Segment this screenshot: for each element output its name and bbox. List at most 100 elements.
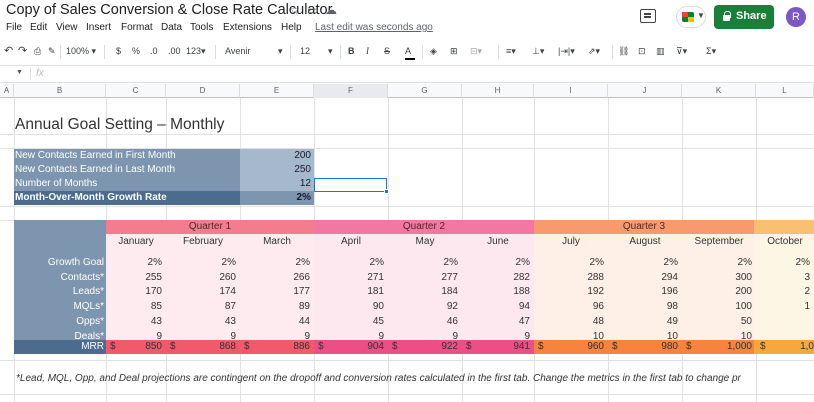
redo-icon[interactable]: ↷ — [18, 44, 27, 57]
table-cell[interactable]: 200 — [682, 285, 752, 299]
vertical-align-icon[interactable]: ⊥▾ — [532, 46, 544, 57]
column-header[interactable]: A — [0, 84, 14, 98]
menu-view[interactable]: View — [56, 22, 78, 33]
fill-color-icon[interactable]: ◈ — [430, 46, 437, 57]
table-cell[interactable]: 2% — [756, 256, 810, 270]
table-cell[interactable]: 294 — [608, 271, 678, 285]
star-icon[interactable]: ☆ — [289, 3, 300, 17]
table-cell[interactable]: 2 — [756, 285, 810, 299]
table-cell[interactable]: 266 — [240, 271, 310, 285]
table-cell[interactable]: 2% — [388, 256, 458, 270]
document-title[interactable]: Copy of Sales Conversion & Close Rate Ca… — [6, 2, 332, 18]
table-cell[interactable]: 46 — [388, 315, 458, 329]
table-cell[interactable]: 184 — [388, 285, 458, 299]
more-formats-button[interactable]: 123▾ — [186, 46, 206, 57]
insert-comment-icon[interactable]: ⊡ — [638, 46, 646, 57]
input-value[interactable]: 200 — [240, 149, 314, 163]
table-cell[interactable]: 44 — [240, 315, 310, 329]
menu-edit[interactable]: Edit — [30, 22, 47, 33]
fill-handle[interactable] — [384, 189, 389, 194]
menu-file[interactable]: File — [6, 22, 22, 33]
borders-icon[interactable]: ⊞ — [450, 46, 458, 57]
table-cell[interactable]: 2% — [534, 256, 604, 270]
print-icon[interactable]: ⎙ — [34, 46, 41, 57]
input-value[interactable]: 12 — [240, 177, 314, 191]
column-header[interactable]: C — [106, 84, 166, 98]
table-cell[interactable]: 271 — [314, 271, 384, 285]
italic-icon[interactable]: I — [366, 46, 369, 56]
comment-history-icon[interactable] — [640, 9, 656, 23]
last-edit-link[interactable]: Last edit was seconds ago — [315, 22, 433, 33]
table-cell[interactable]: 2% — [106, 256, 162, 270]
font-select[interactable]: Avenir — [225, 46, 285, 56]
name-box-dropdown[interactable]: ▼ — [16, 69, 23, 76]
mrr-cell[interactable]: 922 — [388, 340, 458, 354]
menu-help[interactable]: Help — [281, 22, 302, 33]
move-folder-icon[interactable]: ▭ — [307, 3, 318, 17]
mrr-cell[interactable]: 941 — [462, 340, 530, 354]
share-button[interactable]: Share — [714, 5, 774, 29]
filter-icon[interactable]: ⊽▾ — [676, 46, 687, 57]
table-cell[interactable]: 2% — [314, 256, 384, 270]
column-header[interactable]: D — [166, 84, 240, 98]
table-cell[interactable]: 89 — [240, 300, 310, 314]
column-header[interactable]: I — [534, 84, 608, 98]
table-cell[interactable]: 96 — [534, 300, 604, 314]
table-cell[interactable]: 43 — [166, 315, 236, 329]
table-cell[interactable]: 170 — [106, 285, 162, 299]
menu-extensions[interactable]: Extensions — [223, 22, 272, 33]
merge-cells-icon[interactable]: ⊟▾ — [470, 46, 482, 57]
undo-icon[interactable]: ↶ — [4, 44, 13, 57]
table-cell[interactable]: 3 — [756, 271, 810, 285]
table-cell[interactable]: 277 — [388, 271, 458, 285]
menu-insert[interactable]: Insert — [86, 22, 111, 33]
table-cell[interactable]: 1 — [756, 300, 810, 314]
mrr-cell[interactable]: 980 — [608, 340, 678, 354]
table-cell[interactable]: 100 — [682, 300, 752, 314]
meet-button[interactable]: ▼ — [676, 6, 706, 28]
input-row[interactable]: New Contacts Earned in First Month 200 — [14, 149, 314, 163]
percent-button[interactable]: % — [132, 46, 140, 56]
table-cell[interactable]: 48 — [534, 315, 604, 329]
table-cell[interactable]: 260 — [166, 271, 236, 285]
table-cell[interactable]: 2% — [462, 256, 530, 270]
column-header[interactable]: G — [388, 84, 462, 98]
table-cell[interactable]: 2% — [608, 256, 678, 270]
table-cell[interactable]: 255 — [106, 271, 162, 285]
column-header[interactable]: B — [14, 84, 106, 98]
currency-button[interactable]: $ — [116, 46, 121, 56]
mrr-cell[interactable]: 904 — [314, 340, 384, 354]
table-cell[interactable]: 174 — [166, 285, 236, 299]
font-size-select[interactable]: 12 — [300, 46, 310, 56]
strikethrough-icon[interactable]: S — [384, 46, 390, 56]
table-cell[interactable]: 196 — [608, 285, 678, 299]
mrr-cell[interactable]: 868 — [166, 340, 236, 354]
mrr-cell[interactable]: 886 — [240, 340, 310, 354]
zoom-select[interactable]: 100% ▾ — [66, 46, 96, 57]
bold-icon[interactable]: B — [348, 46, 355, 56]
column-header[interactable]: E — [240, 84, 314, 98]
table-cell[interactable]: 2% — [240, 256, 310, 270]
table-cell[interactable]: 49 — [608, 315, 678, 329]
horizontal-align-icon[interactable]: ≡▾ — [506, 46, 516, 57]
table-cell[interactable]: 192 — [534, 285, 604, 299]
column-header[interactable]: H — [462, 84, 534, 98]
menu-format[interactable]: Format — [121, 22, 153, 33]
decrease-decimal-button[interactable]: .0 — [150, 46, 158, 56]
table-cell[interactable]: 94 — [462, 300, 530, 314]
column-header[interactable]: K — [682, 84, 756, 98]
mrr-cell[interactable]: 1,0 — [756, 340, 814, 354]
table-cell[interactable]: 43 — [106, 315, 162, 329]
table-cell[interactable]: 188 — [462, 285, 530, 299]
table-cell[interactable]: 177 — [240, 285, 310, 299]
table-cell[interactable] — [756, 315, 810, 329]
column-header[interactable]: L — [756, 84, 814, 98]
table-cell[interactable]: 300 — [682, 271, 752, 285]
selected-cell[interactable] — [314, 178, 387, 192]
column-header[interactable]: J — [608, 84, 682, 98]
column-header[interactable]: F — [314, 84, 388, 98]
table-cell[interactable]: 50 — [682, 315, 752, 329]
table-cell[interactable]: 87 — [166, 300, 236, 314]
table-cell[interactable]: 45 — [314, 315, 384, 329]
formula-input[interactable] — [52, 67, 812, 81]
